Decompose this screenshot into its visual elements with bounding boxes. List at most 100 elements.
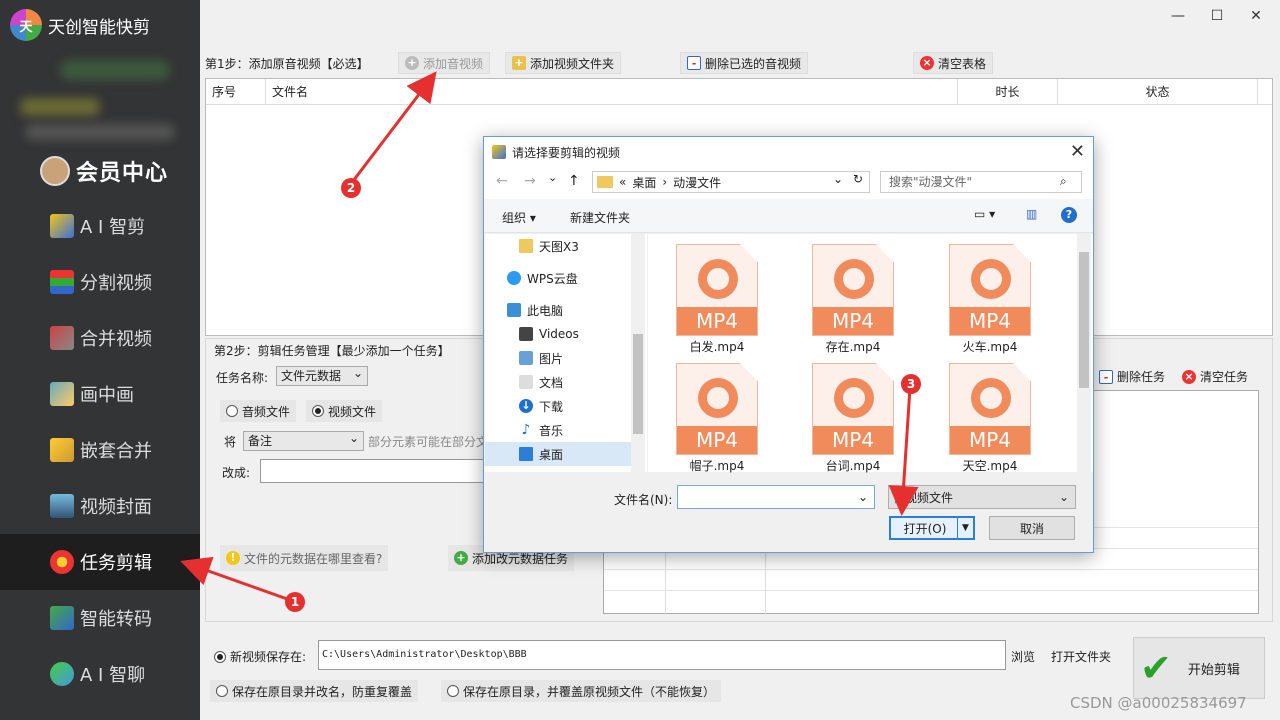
plus-icon: + [454, 551, 468, 565]
tree-item-videos[interactable]: Videos [485, 322, 631, 346]
change-input[interactable] [260, 459, 486, 483]
back-arrow-icon[interactable]: ← [496, 173, 508, 189]
checkmark-icon: ✔ [1140, 646, 1172, 690]
watermark: CSDN @a00025834697 [1070, 694, 1247, 712]
sidebar-nav: A I 智剪 分割视频 合并视频 画中画 嵌套合并 视频封面 任务剪辑 智能转码… [0, 198, 200, 702]
radio-audio[interactable]: 音频文件 [220, 400, 297, 422]
sidebar-item-ai-cut[interactable]: A I 智剪 [0, 198, 200, 254]
breadcrumb-overflow[interactable]: « [619, 175, 626, 189]
dialog-address-bar: ← → ⌄ ↑ « 桌面 › 动漫文件 ⌄ ↻ 搜索"动漫文件" ⌕ [484, 167, 1093, 199]
file-item[interactable]: MP4 白发.mp4 [662, 236, 772, 354]
filename-input[interactable]: ⌄ [677, 485, 875, 509]
save-path-input[interactable]: C:\Users\Administrator\Desktop\BBB [318, 640, 1006, 670]
option-rename-radio[interactable]: 保存在原目录并改名，防重复覆盖 [210, 680, 419, 702]
preview-pane-icon[interactable]: ▥ [1026, 207, 1037, 221]
delete-task-button[interactable]: - 删除任务 [1099, 368, 1165, 385]
breadcrumb-desktop[interactable]: 桌面 [632, 174, 656, 191]
file-item[interactable]: MP4 帽子.mp4 [662, 355, 772, 473]
tree-item-music[interactable]: ♪ 音乐 [485, 418, 631, 442]
col-filename: 文件名 [266, 79, 958, 105]
scroll-thumb[interactable] [1079, 252, 1089, 388]
tree-item-wps-cloud[interactable]: WPS云盘 [485, 266, 631, 290]
sidebar-item-pip[interactable]: 画中画 [0, 366, 200, 422]
radio-video-label: 视频文件 [328, 404, 377, 419]
file-item[interactable]: MP4 台词.mp4 [798, 355, 908, 473]
open-folder-button[interactable]: 打开文件夹 [1051, 648, 1111, 665]
task-row [604, 590, 1258, 591]
mp4-file-icon: MP4 [676, 244, 758, 336]
tree-item-downloads[interactable]: ↓ 下载 [485, 394, 631, 418]
start-button[interactable]: ✔ 开始剪辑 [1133, 637, 1265, 699]
close-button[interactable]: ✕ [1241, 4, 1271, 28]
sidebar-item-transcode[interactable]: 智能转码 [0, 590, 200, 646]
file-name: 白发.mp4 [689, 340, 745, 354]
clear-icon: × [920, 56, 934, 70]
add-av-label: 添加音视频 [423, 56, 484, 71]
radio-circle [214, 650, 226, 663]
new-folder-button[interactable]: 新建文件夹 [570, 209, 630, 226]
sidebar-item-nested-merge[interactable]: 嵌套合并 [0, 422, 200, 478]
member-center-button[interactable]: 会员中心 [40, 155, 168, 187]
tree-item-documents[interactable]: 文档 [485, 370, 631, 394]
refresh-icon[interactable]: ↻ [853, 172, 863, 186]
tree-label: 天图X3 [539, 239, 579, 254]
filetype-dropdown-icon[interactable]: ⌄ [1059, 490, 1069, 504]
files-scrollbar[interactable] [1077, 234, 1091, 472]
sidebar-item-merge-video[interactable]: 合并视频 [0, 310, 200, 366]
sidebar-item-task-edit[interactable]: 任务剪辑 [0, 534, 200, 590]
tree-item-desktop[interactable]: 桌面 [485, 442, 631, 466]
dialog-close-icon[interactable]: ✕ [1070, 141, 1085, 162]
help-icon[interactable]: ? [1061, 207, 1077, 223]
tree-item-pictures[interactable]: 图片 [485, 346, 631, 370]
file-open-dialog: 请选择要剪辑的视频 ✕ ← → ⌄ ↑ « 桌面 › 动漫文件 ⌄ ↻ 搜索"动… [483, 136, 1094, 553]
clear-table-button[interactable]: × 清空表格 [913, 52, 994, 74]
add-folder-button[interactable]: + 添加视频文件夹 [505, 52, 622, 74]
add-av-button[interactable]: + 添加音视频 [398, 52, 491, 74]
file-name: 火车.mp4 [962, 340, 1018, 354]
app-logo-icon: 天 [10, 9, 42, 41]
filename-dropdown-icon[interactable]: ⌄ [858, 490, 868, 504]
save-to-radio[interactable]: 新视频保存在: [214, 648, 306, 665]
option-overwrite-radio[interactable]: 保存在原目录，并覆盖原视频文件（不能恢复） [441, 680, 722, 702]
clear-task-button[interactable]: × 清空任务 [1182, 368, 1248, 385]
sidebar-item-video-cover[interactable]: 视频封面 [0, 478, 200, 534]
open-button[interactable]: 打开(O) ▼ [889, 516, 975, 540]
sidebar-item-ai-chat[interactable]: A I 智聊 [0, 646, 200, 702]
file-item[interactable]: MP4 存在.mp4 [798, 236, 908, 354]
address-dropdown-icon[interactable]: ⌄ [833, 172, 843, 186]
member-avatar-icon [40, 156, 70, 186]
help-link[interactable]: ! 文件的元数据在哪里查看? [220, 545, 389, 571]
cancel-button[interactable]: 取消 [989, 516, 1075, 540]
video-cover-icon [50, 494, 74, 518]
file-item[interactable]: MP4 火车.mp4 [935, 236, 1045, 354]
tree-scrollbar[interactable] [631, 234, 645, 472]
minimize-button[interactable]: — [1163, 4, 1193, 28]
file-name: 天空.mp4 [962, 459, 1018, 473]
tree-item-tiantu[interactable]: 天图X3 [485, 234, 631, 258]
browse-button[interactable]: 浏览 [1011, 648, 1035, 665]
forward-arrow-icon[interactable]: → [524, 173, 536, 189]
tree-item-this-pc[interactable]: 此电脑 [485, 298, 631, 322]
dialog-title: 请选择要剪辑的视频 [512, 145, 621, 160]
file-item[interactable]: MP4 天空.mp4 [935, 355, 1045, 473]
scroll-thumb[interactable] [633, 334, 643, 434]
delete-selected-button[interactable]: - 删除已选的音视频 [680, 52, 809, 74]
sidebar-item-split-video[interactable]: 分割视频 [0, 254, 200, 310]
breadcrumb-anime[interactable]: 动漫文件 [673, 174, 721, 191]
recent-chevron-icon[interactable]: ⌄ [548, 171, 557, 184]
up-arrow-icon[interactable]: ↑ [568, 173, 580, 189]
address-box[interactable]: « 桌面 › 动漫文件 ⌄ ↻ [592, 171, 870, 193]
dialog-search-input[interactable]: 搜索"动漫文件" [880, 171, 1082, 193]
organize-button[interactable]: 组织 ▾ [502, 209, 536, 226]
open-dropdown-icon[interactable]: ▼ [957, 518, 973, 538]
maximize-button[interactable]: ☐ [1202, 4, 1232, 28]
task-name-select[interactable]: 文件元数据 [276, 364, 368, 386]
filetype-value: 音视频文件 [893, 490, 954, 505]
file-name: 存在.mp4 [825, 340, 881, 354]
view-options-icon[interactable]: ▭ ▾ [974, 207, 995, 221]
field-select[interactable]: 备注 [243, 429, 364, 451]
radio-video[interactable]: 视频文件 [306, 400, 383, 422]
clear-icon: × [1182, 369, 1196, 384]
annotation-badge-2: 2 [341, 178, 361, 198]
filetype-select[interactable]: 音视频文件 ⌄ [888, 485, 1076, 509]
